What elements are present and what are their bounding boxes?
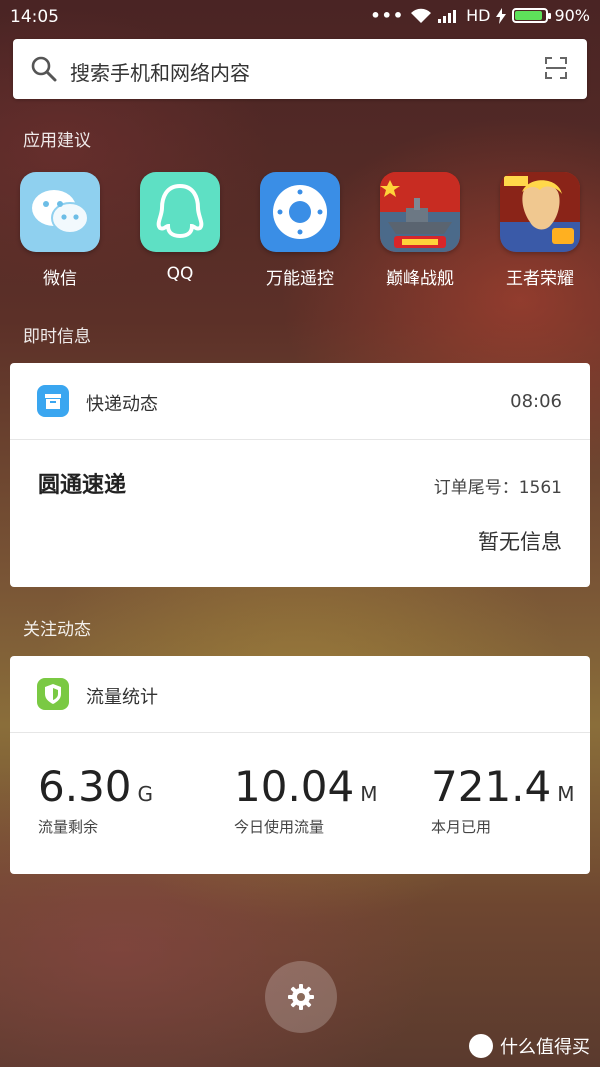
stat-unit: M — [557, 782, 575, 806]
app-item-qq[interactable]: QQ — [120, 172, 240, 284]
tracking-status: 暂无信息 — [478, 530, 562, 554]
qq-icon — [140, 172, 220, 252]
today-usage-stat: 10.04 M 今日使用流量 — [234, 762, 378, 837]
status-icons: ••• HD 90% — [370, 6, 590, 25]
app-item-wechat[interactable]: 微信 — [0, 172, 120, 289]
traffic-card-header: 流量统计 — [10, 656, 590, 733]
signal-icon — [438, 10, 457, 23]
search-icon — [31, 56, 57, 82]
stat-value: 10.04 — [234, 762, 355, 811]
order-number: 订单尾号：1561 — [433, 478, 562, 498]
section-title-instant-info: 即时信息 — [23, 327, 91, 347]
app-label: 微信 — [43, 269, 77, 289]
status-bar: 14:05 ••• HD 90% — [0, 0, 600, 34]
network-type: HD — [466, 6, 491, 25]
remote-control-icon — [260, 172, 340, 252]
watermark: 什么值得买 — [468, 1033, 590, 1059]
app-label: 巅峰战舰 — [386, 269, 454, 289]
more-notifications-icon: ••• — [370, 6, 405, 25]
package-icon — [37, 385, 69, 417]
section-title-followed: 关注动态 — [23, 620, 91, 640]
smzdm-logo-icon — [469, 1034, 493, 1058]
stat-value: 6.30 — [38, 762, 132, 811]
charging-icon — [496, 7, 507, 24]
app-item-remote-control[interactable]: 万能遥控 — [240, 172, 360, 289]
search-placeholder: 搜索手机和网络内容 — [70, 61, 250, 85]
express-card-title: 快递动态 — [86, 394, 158, 415]
stat-caption: 今日使用流量 — [234, 818, 325, 836]
app-item-honor-of-kings[interactable]: 王者荣耀 — [480, 172, 600, 289]
battery-icon — [512, 8, 552, 23]
gear-icon — [288, 984, 314, 1010]
status-time: 14:05 — [10, 7, 59, 27]
battery-fill — [515, 11, 543, 20]
wechat-icon — [20, 172, 100, 252]
stat-caption: 本月已用 — [431, 818, 492, 836]
section-title-app-suggestions: 应用建议 — [23, 131, 91, 151]
warship-game-icon — [380, 172, 460, 252]
stat-caption: 流量剩余 — [38, 818, 99, 836]
app-suggestion-list: 微信 QQ 万能遥控 巅峰战舰 王者荣耀 — [0, 172, 600, 292]
battery-percent: 90% — [554, 6, 590, 25]
shield-icon — [37, 678, 69, 710]
stat-value: 721.4 — [431, 762, 552, 811]
courier-name: 圆通速递 — [38, 473, 127, 498]
data-remaining-stat: 6.30 G 流量剩余 — [38, 762, 153, 837]
search-bar[interactable]: 搜索手机和网络内容 — [13, 39, 587, 99]
scan-icon[interactable] — [545, 57, 567, 79]
stat-unit: G — [137, 782, 154, 806]
express-card[interactable]: 快递动态 08:06 圆通速递 订单尾号：1561 暂无信息 — [10, 363, 590, 587]
settings-button[interactable] — [265, 961, 337, 1033]
express-card-time: 08:06 — [510, 391, 562, 412]
app-label: 王者荣耀 — [506, 269, 574, 289]
watermark-text: 什么值得买 — [500, 1037, 590, 1058]
app-item-warship[interactable]: 巅峰战舰 — [360, 172, 480, 289]
app-label: QQ — [166, 264, 194, 284]
honor-of-kings-icon — [500, 172, 580, 252]
traffic-card-title: 流量统计 — [86, 687, 158, 708]
stat-unit: M — [360, 782, 378, 806]
month-usage-stat: 721.4 M 本月已用 — [431, 762, 575, 837]
traffic-card[interactable]: 流量统计 6.30 G 流量剩余 10.04 M 今日使用流量 721.4 M 本月已… — [10, 656, 590, 874]
wifi-icon — [411, 8, 432, 23]
express-card-header: 快递动态 08:06 — [10, 363, 590, 440]
app-label: 万能遥控 — [266, 269, 334, 289]
